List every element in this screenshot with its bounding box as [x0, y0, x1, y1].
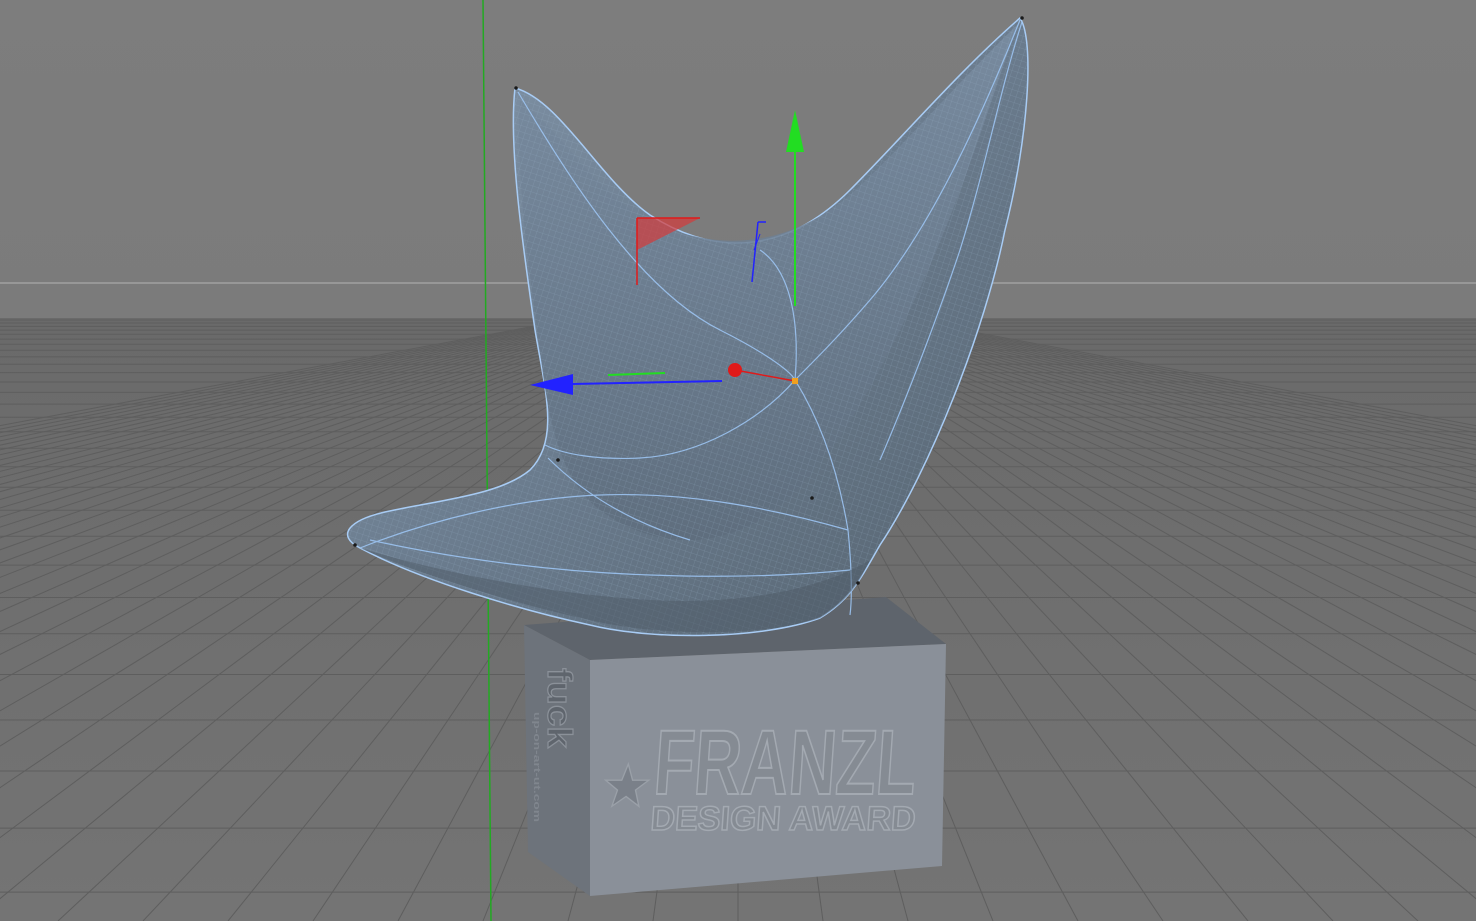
plinth[interactable]: FRANZL DESIGN AWARD fuck up-on-art-ut.co…	[524, 597, 946, 896]
plinth-side-logo-text: fuck	[540, 668, 578, 748]
vertex-point[interactable]	[353, 543, 357, 547]
vertex-point[interactable]	[1020, 16, 1024, 20]
viewport-scene[interactable]: FRANZL DESIGN AWARD fuck up-on-art-ut.co…	[0, 0, 1476, 921]
vertex-point[interactable]	[810, 496, 814, 500]
plinth-side-subtext: up-on-art-ut.com	[532, 712, 542, 822]
vertex-point[interactable]	[856, 581, 860, 585]
plinth-subtitle-text: DESIGN AWARD	[649, 800, 917, 838]
vertex-point[interactable]	[556, 458, 560, 462]
vertex-point[interactable]	[514, 86, 518, 90]
gizmo-pivot-point[interactable]	[792, 378, 798, 384]
3d-viewport[interactable]: FRANZL DESIGN AWARD fuck up-on-art-ut.co…	[0, 0, 1476, 921]
plinth-title-text: FRANZL	[651, 711, 920, 814]
